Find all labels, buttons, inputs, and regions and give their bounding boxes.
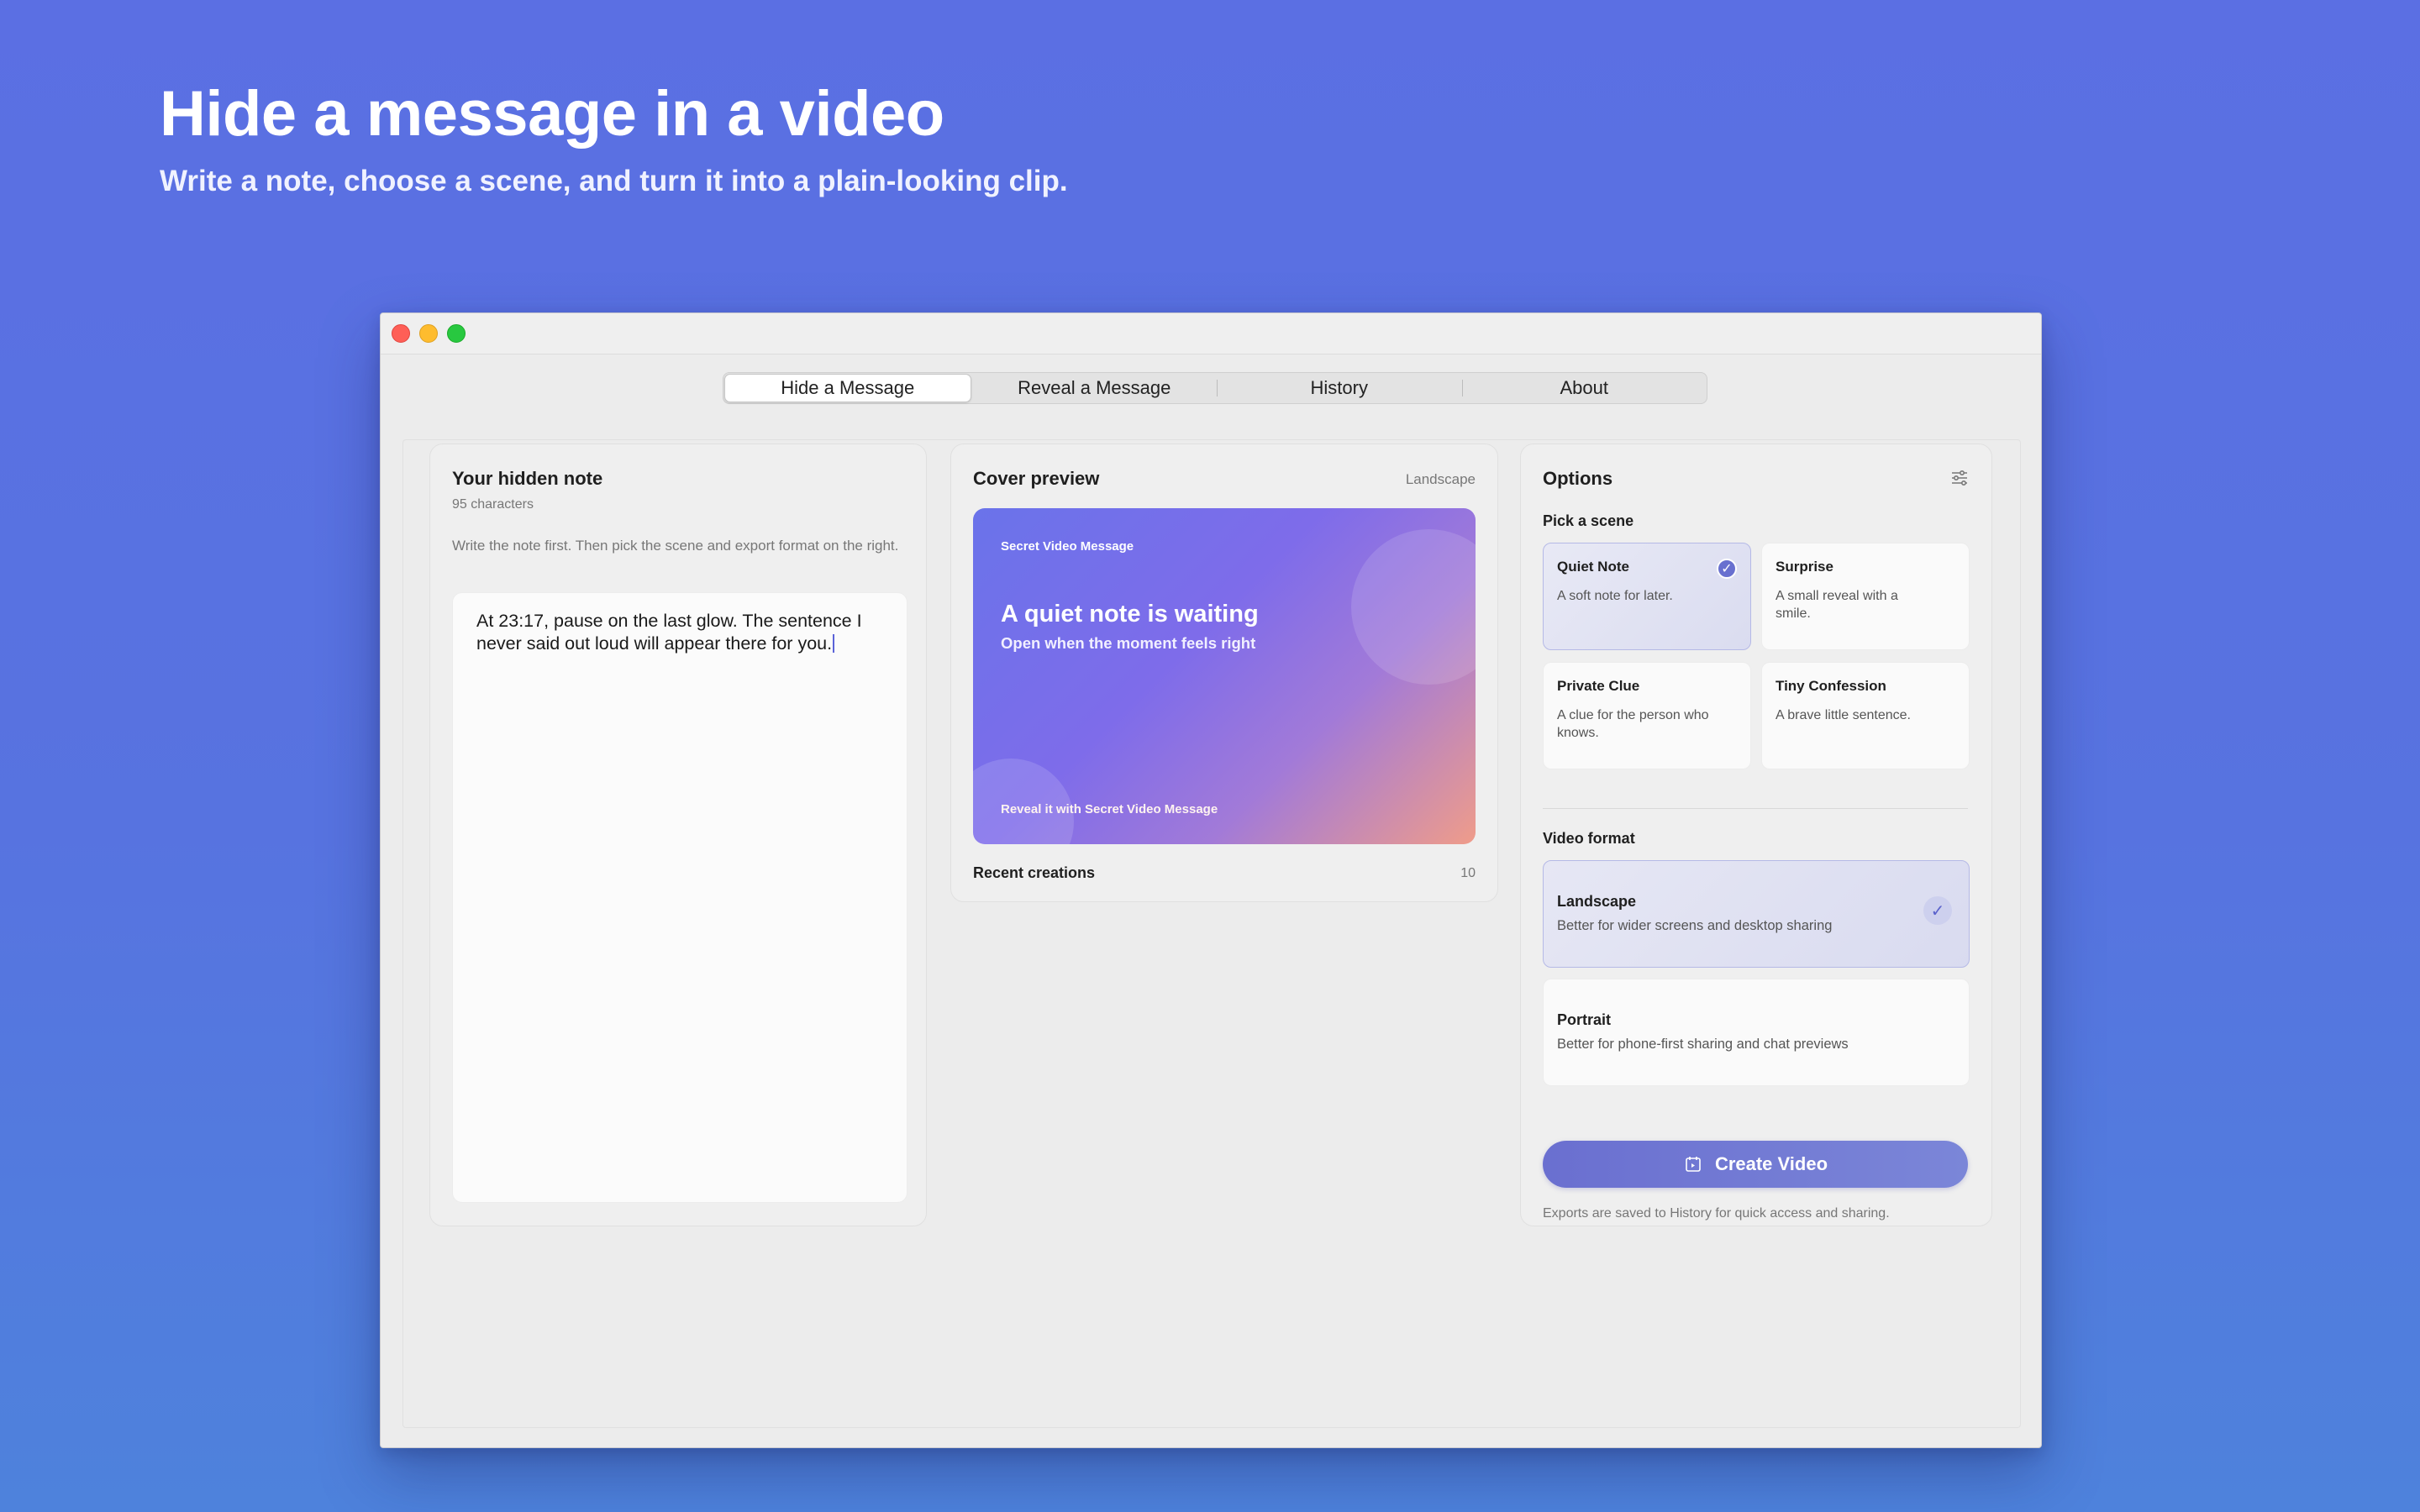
create-video-label: Create Video — [1714, 1153, 1828, 1174]
decorative-circle — [1351, 529, 1476, 685]
recent-creations-label[interactable]: Recent creations — [973, 864, 1095, 882]
note-hint: Write the note first. Then pick the scen… — [452, 538, 899, 554]
scene-title: Surprise — [1776, 559, 1833, 575]
format-option-portrait[interactable]: Portrait Better for phone-first sharing … — [1543, 979, 1970, 1086]
character-count: 95 characters — [452, 497, 534, 512]
note-text: At 23:17, pause on the last glow. The se… — [476, 611, 862, 654]
check-icon: ✓ — [1717, 559, 1737, 579]
format-option-landscape[interactable]: Landscape Better for wider screens and d… — [1543, 860, 1970, 968]
hero-subtitle: Write a note, choose a scene, and turn i… — [160, 165, 1068, 197]
tab-history[interactable]: History — [1217, 373, 1462, 403]
minimize-window-button[interactable] — [419, 324, 438, 343]
scene-card-surprise[interactable]: Surprise A small reveal with a smile. — [1761, 543, 1970, 650]
zoom-window-button[interactable] — [447, 324, 466, 343]
cover-preview-image: Secret Video Message A quiet note is wai… — [973, 508, 1476, 844]
tab-reveal-a-message[interactable]: Reveal a Message — [972, 373, 1218, 403]
format-title: Portrait — [1557, 1011, 1612, 1028]
export-icon — [1683, 1154, 1703, 1174]
note-textarea[interactable]: At 23:17, pause on the last glow. The se… — [452, 592, 908, 1203]
format-description: Better for wider screens and desktop sha… — [1557, 918, 1833, 933]
options-title: Options — [1543, 468, 1613, 489]
scene-heading: Pick a scene — [1543, 512, 1634, 529]
cover-headline: A quiet note is waiting — [1001, 601, 1259, 627]
cover-preview-title: Cover preview — [973, 468, 1100, 489]
tab-bar: Hide a Message Reveal a Message History … — [723, 372, 1707, 404]
sliders-icon[interactable] — [1949, 468, 1970, 488]
scene-description: A brave little sentence. — [1776, 708, 1911, 722]
recent-creations-count: 10 — [1460, 866, 1476, 880]
cover-preview-panel: Cover preview Landscape Secret Video Mes… — [950, 444, 1498, 902]
close-window-button[interactable] — [392, 324, 410, 343]
scene-card-tiny-confession[interactable]: Tiny Confession A brave little sentence. — [1761, 662, 1970, 769]
format-description: Better for phone-first sharing and chat … — [1557, 1037, 1849, 1052]
cover-footer: Reveal it with Secret Video Message — [1001, 802, 1218, 816]
scene-title: Quiet Note — [1557, 559, 1629, 575]
options-panel: Options Pick a scene Quiet Note A soft n… — [1520, 444, 1992, 1226]
scene-description: A small reveal with a smile. — [1776, 589, 1898, 621]
video-format-heading: Video format — [1543, 830, 1635, 847]
cover-brand: Secret Video Message — [1001, 539, 1134, 554]
tab-about[interactable]: About — [1461, 373, 1707, 403]
note-panel-title: Your hidden note — [452, 468, 603, 489]
export-footnote: Exports are saved to History for quick a… — [1543, 1206, 1890, 1221]
decorative-circle — [973, 759, 1074, 844]
scene-title: Private Clue — [1557, 678, 1640, 694]
hero-title: Hide a message in a video — [160, 78, 944, 150]
cover-subheadline: Open when the moment feels right — [1001, 634, 1256, 652]
scene-title: Tiny Confession — [1776, 678, 1886, 694]
scene-description: A clue for the person who knows. — [1557, 708, 1709, 740]
title-bar — [381, 313, 2041, 354]
scene-card-private-clue[interactable]: Private Clue A clue for the person who k… — [1543, 662, 1751, 769]
note-panel: Your hidden note 95 characters Write the… — [429, 444, 927, 1226]
section-divider — [1543, 808, 1968, 809]
tab-hide-a-message[interactable]: Hide a Message — [724, 374, 971, 402]
create-video-button[interactable]: Create Video — [1543, 1141, 1968, 1188]
scene-card-quiet-note[interactable]: Quiet Note A soft note for later. ✓ — [1543, 543, 1751, 650]
preview-orientation-label: Landscape — [1405, 471, 1476, 487]
format-title: Landscape — [1557, 893, 1637, 910]
scene-description: A soft note for later. — [1557, 589, 1673, 603]
app-window: Hide a Message Reveal a Message History … — [380, 312, 2042, 1448]
text-caret — [833, 634, 835, 653]
check-icon: ✓ — [1923, 896, 1952, 925]
